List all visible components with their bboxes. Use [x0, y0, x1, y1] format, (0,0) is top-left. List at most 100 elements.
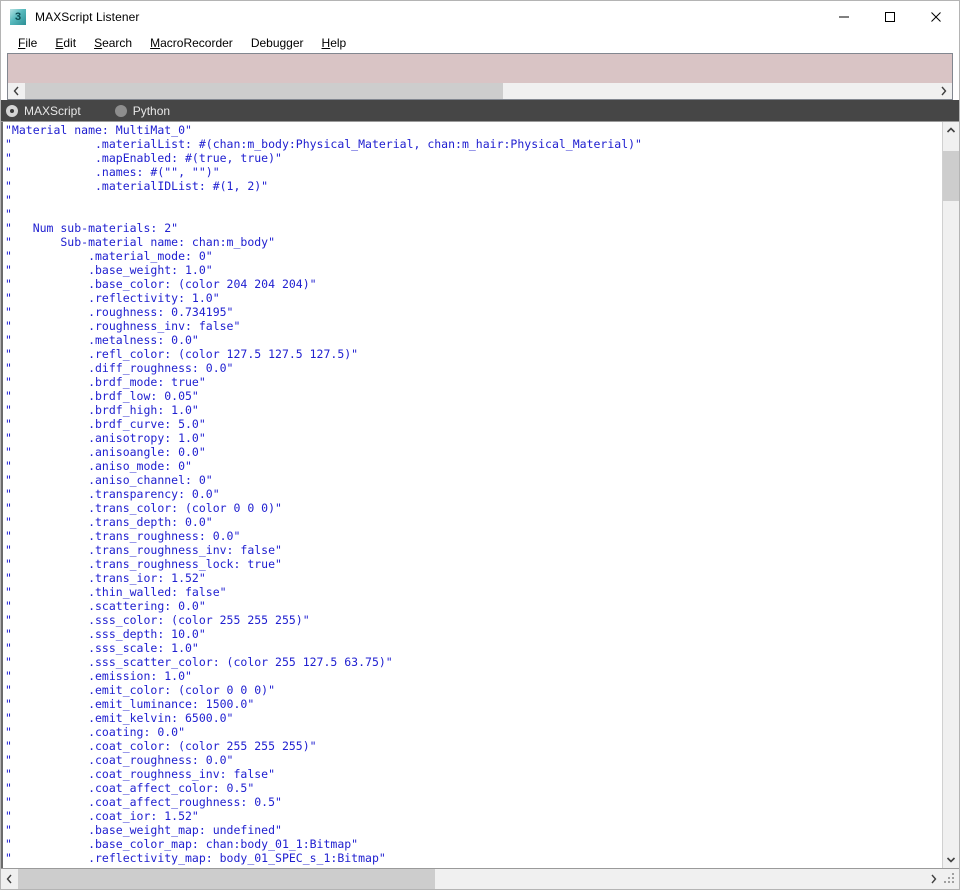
- output-line: " .coat_ior: 1.52": [5, 809, 942, 823]
- input-hscroll-track[interactable]: [25, 83, 935, 99]
- output-line: " .emission: 1.0": [5, 669, 942, 683]
- output-line: " .sss_scatter_color: (color 255 127.5 6…: [5, 655, 942, 669]
- output-line: " .brdf_curve: 5.0": [5, 417, 942, 431]
- menu-mnemonic: M: [150, 36, 160, 50]
- script-input-pane-wrapper: [7, 53, 953, 83]
- menu-mnemonic: H: [322, 36, 331, 50]
- output-line: " Num sub-materials: 2": [5, 221, 942, 235]
- menu-label-rest: elp: [330, 36, 346, 50]
- output-line: " .trans_roughness_lock: true": [5, 557, 942, 571]
- radio-python[interactable]: Python: [115, 104, 170, 118]
- menu-item-edit[interactable]: Edit: [46, 34, 85, 52]
- output-line: " .base_color_map: chan:body_01_1:Bitmap…: [5, 837, 942, 851]
- scroll-right-arrow-icon[interactable]: [935, 83, 952, 99]
- menu-bar: File Edit Search MacroRecorder Debugger …: [1, 32, 959, 53]
- listener-output-pane[interactable]: "Material name: MultiMat_0"" .materialLi…: [1, 122, 942, 868]
- output-horizontal-scrollbar[interactable]: [1, 869, 942, 889]
- menu-item-macrorecorder[interactable]: MacroRecorder: [141, 34, 242, 52]
- output-line: " .trans_depth: 0.0": [5, 515, 942, 529]
- radio-label-python: Python: [133, 104, 170, 118]
- output-line: " .anisoangle: 0.0": [5, 445, 942, 459]
- output-line: " .thin_walled: false": [5, 585, 942, 599]
- output-line: " .diff_roughness: 0.0": [5, 361, 942, 375]
- minimize-icon[interactable]: [821, 1, 867, 32]
- output-line: " .brdf_high: 1.0": [5, 403, 942, 417]
- output-vscroll-track[interactable]: [943, 139, 959, 851]
- output-line: " .anisotropy: 1.0": [5, 431, 942, 445]
- output-hscroll-track[interactable]: [18, 869, 925, 889]
- output-line: " .sss_scale: 1.0": [5, 641, 942, 655]
- output-line: " .materialIDList: #(1, 2)": [5, 179, 942, 193]
- language-tab-strip: MAXScript Python: [1, 100, 959, 121]
- input-hscroll-thumb[interactable]: [25, 83, 503, 99]
- close-icon[interactable]: [913, 1, 959, 32]
- output-line: " .base_weight_map: undefined": [5, 823, 942, 837]
- listener-output-text: "Material name: MultiMat_0"" .materialLi…: [3, 122, 942, 865]
- output-line: ": [5, 207, 942, 221]
- output-line: " .refl_color: (color 127.5 127.5 127.5)…: [5, 347, 942, 361]
- output-area: "Material name: MultiMat_0"" .materialLi…: [1, 121, 959, 868]
- input-horizontal-scrollbar[interactable]: [7, 83, 953, 100]
- menu-label-rest: ile: [25, 36, 37, 50]
- menu-mnemonic: S: [94, 36, 102, 50]
- radio-maxscript[interactable]: MAXScript: [6, 104, 81, 118]
- output-line: " .metalness: 0.0": [5, 333, 942, 347]
- window-controls: [821, 1, 959, 32]
- output-vscroll-thumb[interactable]: [943, 151, 959, 201]
- output-line: " .reflectivity: 1.0": [5, 291, 942, 305]
- scroll-left-arrow-icon[interactable]: [1, 869, 18, 889]
- output-line: " .emit_luminance: 1500.0": [5, 697, 942, 711]
- menu-label-rest: dit: [63, 36, 76, 50]
- output-line: " .coating: 0.0": [5, 725, 942, 739]
- output-line: " .material_mode: 0": [5, 249, 942, 263]
- output-line: " .materialList: #(chan:m_body:Physical_…: [5, 137, 942, 151]
- menu-label-rest: Debugger: [251, 36, 304, 50]
- output-line: " .reflectivity_map: body_01_SPEC_s_1:Bi…: [5, 851, 942, 865]
- radio-unselected-icon: [115, 105, 127, 117]
- menu-item-help[interactable]: Help: [313, 34, 356, 52]
- menu-label-rest: acroRecorder: [160, 36, 233, 50]
- menu-item-debugger[interactable]: Debugger: [242, 34, 313, 52]
- output-line: " .coat_affect_color: 0.5": [5, 781, 942, 795]
- output-line: " .aniso_channel: 0": [5, 473, 942, 487]
- output-line: ": [5, 193, 942, 207]
- output-line: " .brdf_low: 0.05": [5, 389, 942, 403]
- output-line: " .emit_kelvin: 6500.0": [5, 711, 942, 725]
- output-line: " .coat_roughness: 0.0": [5, 753, 942, 767]
- output-line: " .trans_color: (color 0 0 0)": [5, 501, 942, 515]
- output-line: " .roughness_inv: false": [5, 319, 942, 333]
- script-input-pane[interactable]: [8, 54, 952, 83]
- title-bar: 3 MAXScript Listener: [1, 1, 959, 32]
- output-line: " .base_weight: 1.0": [5, 263, 942, 277]
- radio-label-maxscript: MAXScript: [24, 104, 81, 118]
- maxscript-listener-window: 3 MAXScript Listener File Edit Search Ma…: [0, 0, 960, 890]
- output-line: " .roughness: 0.734195": [5, 305, 942, 319]
- menu-label-rest: earch: [102, 36, 132, 50]
- output-line: " .transparency: 0.0": [5, 487, 942, 501]
- scroll-down-arrow-icon[interactable]: [943, 851, 959, 868]
- output-line: " .mapEnabled: #(true, true)": [5, 151, 942, 165]
- resize-grip-icon[interactable]: [942, 869, 959, 889]
- output-line: " .trans_ior: 1.52": [5, 571, 942, 585]
- output-line: " .sss_color: (color 255 255 255)": [5, 613, 942, 627]
- output-line: " Sub-material name: chan:m_body": [5, 235, 942, 249]
- output-line: " .base_color: (color 204 204 204)": [5, 277, 942, 291]
- menu-item-search[interactable]: Search: [85, 34, 141, 52]
- output-line: " .emit_color: (color 0 0 0)": [5, 683, 942, 697]
- window-title: MAXScript Listener: [35, 10, 140, 24]
- maximize-icon[interactable]: [867, 1, 913, 32]
- output-line: " .sss_depth: 10.0": [5, 627, 942, 641]
- scroll-up-arrow-icon[interactable]: [943, 122, 959, 139]
- output-vertical-scrollbar[interactable]: [942, 122, 959, 868]
- output-hscroll-thumb[interactable]: [18, 869, 435, 889]
- output-line: " .names: #("", "")": [5, 165, 942, 179]
- output-line: " .coat_roughness_inv: false": [5, 767, 942, 781]
- scroll-right-arrow-icon[interactable]: [925, 869, 942, 889]
- output-line: " .brdf_mode: true": [5, 375, 942, 389]
- output-line: " .trans_roughness: 0.0": [5, 529, 942, 543]
- output-line: " .trans_roughness_inv: false": [5, 543, 942, 557]
- menu-item-file[interactable]: File: [9, 34, 46, 52]
- output-line: " .coat_affect_roughness: 0.5": [5, 795, 942, 809]
- scroll-left-arrow-icon[interactable]: [8, 83, 25, 99]
- output-line: "Material name: MultiMat_0": [5, 123, 942, 137]
